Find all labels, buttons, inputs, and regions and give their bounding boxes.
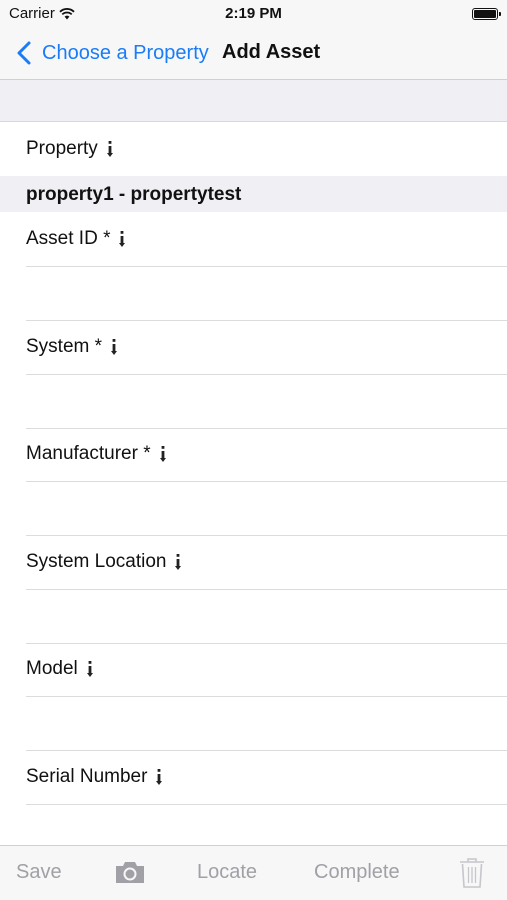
status-bar: Carrier 2:19 PM — [0, 0, 507, 28]
serial-number-label-row: Serial Number — [26, 760, 163, 794]
chevron-left-icon — [17, 41, 31, 65]
bottom-toolbar: Save Locate Complete — [0, 845, 507, 900]
section-header-spacer — [0, 80, 507, 122]
info-icon[interactable] — [159, 445, 167, 463]
system-location-label: System Location — [26, 551, 167, 572]
camera-icon[interactable] — [114, 859, 146, 885]
asset-id-label: Asset ID * — [26, 228, 111, 249]
battery-icon — [472, 8, 501, 20]
back-button-label: Choose a Property — [42, 41, 209, 64]
manufacturer-input[interactable] — [26, 482, 507, 534]
system-input[interactable] — [26, 375, 507, 427]
system-label-row: System * — [26, 330, 118, 364]
separator — [26, 750, 507, 751]
manufacturer-label-row: Manufacturer * — [26, 437, 167, 471]
status-time: 2:19 PM — [225, 5, 282, 22]
separator — [26, 320, 507, 321]
complete-button[interactable]: Complete — [314, 861, 400, 884]
separator — [26, 535, 507, 536]
system-location-label-row: System Location — [26, 545, 182, 579]
manufacturer-label: Manufacturer * — [26, 443, 151, 464]
asset-id-input[interactable] — [26, 267, 507, 319]
system-label: System * — [26, 336, 103, 357]
trash-icon[interactable] — [459, 857, 485, 889]
save-button[interactable]: Save — [16, 861, 62, 884]
system-location-input[interactable] — [26, 590, 507, 642]
info-icon[interactable] — [118, 230, 126, 248]
selected-property-row[interactable]: property1 - propertytest — [0, 176, 507, 212]
model-label-row: Model — [26, 652, 94, 686]
separator — [26, 428, 507, 429]
separator — [26, 643, 507, 644]
navigation-bar: Choose a Property Add Asset — [0, 28, 507, 80]
asset-id-label-row: Asset ID * — [26, 222, 126, 256]
info-icon[interactable] — [155, 768, 163, 786]
page-title: Add Asset — [222, 41, 321, 63]
info-icon[interactable] — [86, 660, 94, 678]
locate-button[interactable]: Locate — [197, 861, 257, 884]
info-icon[interactable] — [174, 553, 182, 571]
serial-number-label: Serial Number — [26, 766, 148, 787]
property-label: Property — [26, 138, 98, 159]
model-label: Model — [26, 658, 78, 679]
info-icon[interactable] — [110, 338, 118, 356]
info-icon[interactable] — [106, 140, 114, 158]
back-button[interactable]: Choose a Property — [14, 38, 209, 68]
selected-property-value: property1 - propertytest — [26, 184, 242, 205]
property-label-row: Property — [26, 132, 114, 166]
model-input[interactable] — [26, 697, 507, 749]
